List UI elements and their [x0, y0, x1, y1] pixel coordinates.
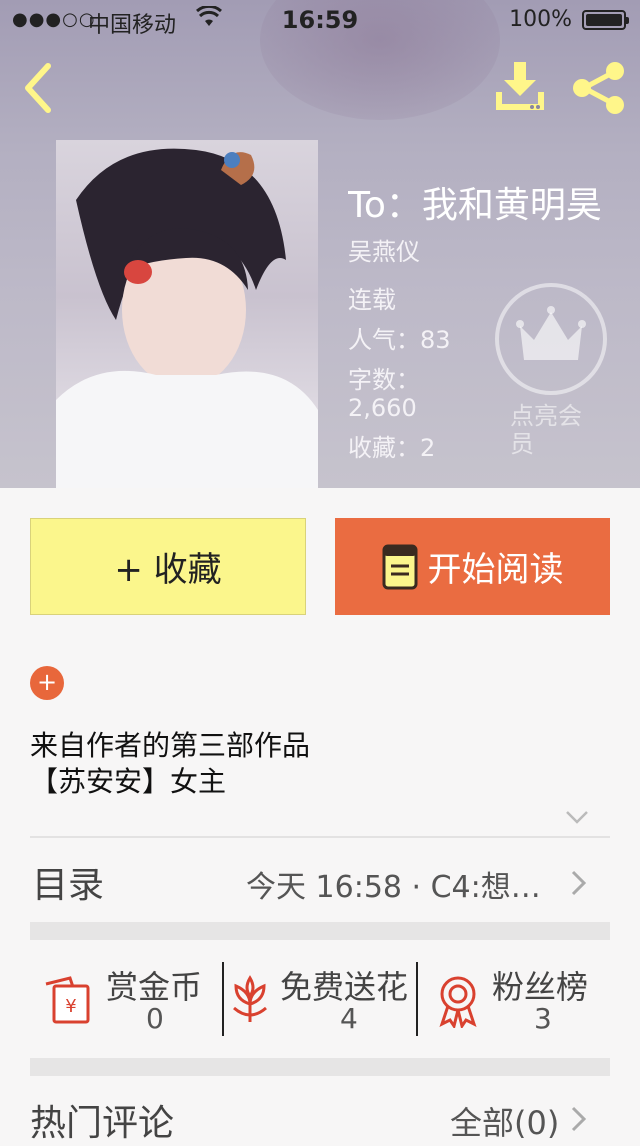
section-separator — [30, 922, 610, 940]
stat-separator — [416, 962, 418, 1036]
book-header: ●●●○○ 中国移动 16:59 100% To：我和黄明昊 吴燕仪 连载 人气… — [0, 0, 640, 488]
book-icon — [382, 544, 417, 589]
fan-ranking-stat[interactable]: 粉丝榜 3 — [420, 960, 610, 1036]
chevron-right-icon[interactable] — [568, 1104, 590, 1134]
start-reading-label: 开始阅读 — [427, 550, 564, 590]
battery-icon — [582, 10, 629, 30]
description-line-1: 来自作者的第三部作品 — [30, 729, 311, 762]
description-badge[interactable]: + — [30, 666, 64, 700]
free-flowers-stat[interactable]: 免费送花 4 — [226, 960, 416, 1036]
stat-separator — [222, 962, 224, 1036]
book-cover-image — [56, 140, 318, 488]
book-word-count: 字数： 2,660 — [348, 366, 420, 422]
description-line-2: 【苏安安】女主 — [30, 765, 227, 798]
battery-percent: 100% — [509, 7, 572, 32]
section-separator — [30, 1058, 610, 1076]
book-popularity: 人气：83 — [348, 326, 451, 354]
add-favorite-button[interactable]: + 收藏 — [30, 518, 306, 615]
hot-comments-title: 热门评论 — [30, 1103, 175, 1144]
chevron-right-icon[interactable] — [568, 868, 590, 898]
svg-text:¥: ¥ — [65, 996, 76, 1017]
download-icon[interactable] — [492, 60, 548, 114]
fan-ranking-value: 3 — [534, 1002, 552, 1035]
red-envelope-icon: ¥ — [45, 976, 90, 1024]
divider — [30, 836, 610, 838]
table-of-contents-title[interactable]: 目录 — [32, 856, 104, 908]
status-bar: ●●●○○ 中国移动 16:59 100% — [0, 0, 640, 40]
reward-coins-stat[interactable]: ¥ 赏金币 0 — [30, 960, 220, 1036]
book-status: 连载 — [348, 286, 396, 314]
share-icon[interactable] — [570, 60, 628, 116]
free-flowers-value: 4 — [340, 1002, 358, 1035]
book-author[interactable]: 吴燕仪 — [348, 238, 420, 266]
crown-icon[interactable] — [494, 282, 608, 396]
all-comments-link[interactable]: 全部(0) — [450, 1098, 559, 1144]
book-title: To：我和黄明昊 — [348, 185, 602, 226]
start-reading-button[interactable]: 开始阅读 — [335, 518, 610, 615]
medal-icon — [439, 976, 477, 1028]
back-arrow-icon[interactable] — [18, 60, 58, 116]
vip-label[interactable]: 点亮会员 — [510, 402, 600, 458]
chevron-down-icon[interactable] — [564, 808, 590, 826]
reward-coins-value: 0 — [146, 1002, 164, 1035]
book-description: 来自作者的第三部作品 【苏安安】女主 — [30, 728, 590, 800]
flower-icon — [233, 975, 267, 1022]
latest-chapter[interactable]: 今天 16:58 · C4:想你的时候 — [246, 862, 564, 906]
book-favorites-count: 收藏：2 — [348, 434, 436, 462]
